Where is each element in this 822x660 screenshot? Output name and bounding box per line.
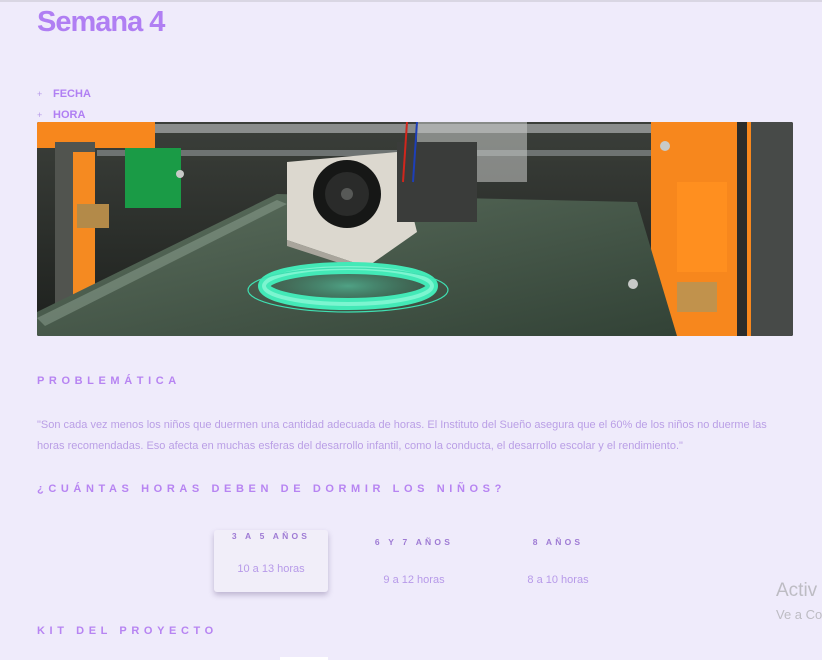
meta-label-fecha: FECHA	[53, 87, 91, 100]
age-tab-6-7[interactable]: 6 Y 7 AÑOS 9 a 12 horas	[357, 537, 471, 586]
problematica-text: "Son cada vez menos los niños que duerme…	[37, 419, 767, 452]
3d-printer-image	[37, 122, 793, 336]
activate-watermark-title: Activ	[776, 580, 818, 601]
meta-item-fecha: + FECHA	[37, 83, 91, 104]
age-tab-8[interactable]: 8 AÑOS 8 a 10 horas	[501, 537, 615, 586]
age-tab-value: 10 a 13 horas	[237, 563, 305, 575]
top-border	[0, 0, 822, 2]
age-tab-label: 3 A 5 AÑOS	[231, 531, 311, 541]
meta-list: + FECHA + HORA	[37, 83, 91, 125]
activate-watermark-subtitle: Ve a Co	[776, 607, 822, 622]
plus-icon: +	[37, 109, 43, 120]
age-tab-value: 8 a 10 horas	[527, 574, 589, 586]
age-tab-label: 8 AÑOS	[532, 537, 584, 547]
age-tab-value: 9 a 12 horas	[383, 574, 445, 586]
hero-image	[37, 122, 793, 336]
age-tab-label: 6 Y 7 AÑOS	[374, 537, 454, 547]
page-title: Semana 4	[37, 6, 165, 38]
section-heading-kit: KIT DEL PROYECTO	[37, 625, 218, 637]
meta-label-hora: HORA	[53, 108, 86, 121]
age-tab-3-5[interactable]: 3 A 5 AÑOS 10 a 13 horas	[214, 530, 328, 592]
section-heading-horas: ¿CUÁNTAS HORAS DEBEN DE DORMIR LOS NIÑOS…	[37, 483, 506, 495]
plus-icon: +	[37, 88, 43, 99]
section-heading-problematica: PROBLEMÁTICA	[37, 375, 181, 387]
